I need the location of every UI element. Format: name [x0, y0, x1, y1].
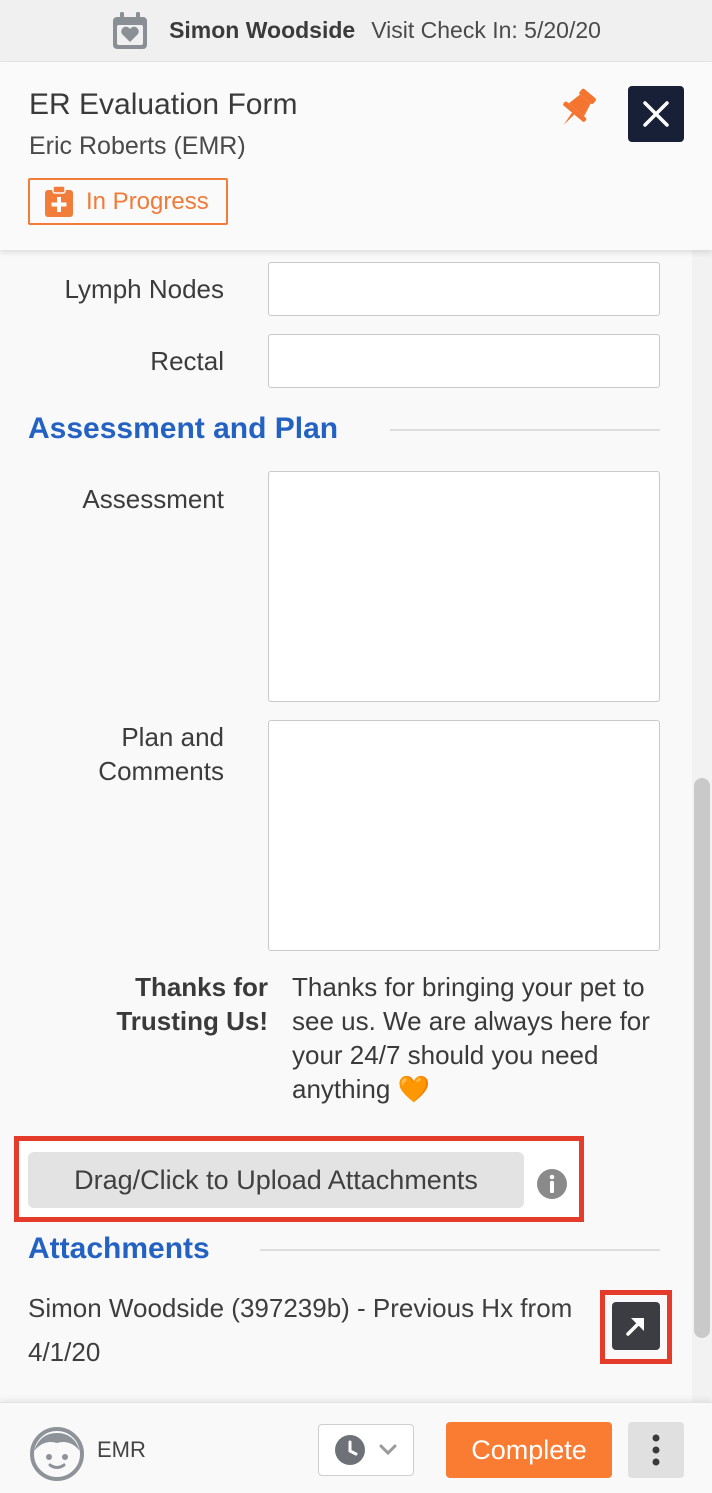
info-icon[interactable] [536, 1168, 568, 1200]
assessment-textarea[interactable] [268, 471, 660, 702]
thanks-message: Thanks for bringing your pet to see us. … [292, 972, 650, 1104]
plan-comments-textarea[interactable] [268, 720, 660, 951]
patient-bar: Simon Woodside Visit Check In: 5/20/20 [0, 0, 712, 62]
visit-check-in: Visit Check In: 5/20/20 [371, 17, 601, 43]
lymph-nodes-label: Lymph Nodes [64, 274, 224, 304]
app-root: Simon Woodside Visit Check In: 5/20/20 E… [0, 0, 712, 1493]
bottom-toolbar: EMR Complete [0, 1402, 712, 1493]
attachments-heading: Attachments [28, 1232, 210, 1265]
lymph-nodes-input[interactable] [268, 262, 660, 316]
user-face-icon[interactable] [30, 1427, 84, 1481]
plan-label-line2: Comments [98, 756, 224, 786]
arrow-up-right-icon [626, 1318, 644, 1336]
assessment-plan-heading: Assessment and Plan [28, 412, 339, 445]
form-title: ER Evaluation Form [29, 88, 298, 121]
chevron-down-icon [379, 1444, 397, 1456]
plan-label-line1: Plan and [121, 722, 224, 752]
more-options-button[interactable] [628, 1422, 684, 1478]
rectal-label: Rectal [150, 346, 224, 376]
patient-name: Simon Woodside [169, 17, 356, 43]
form-header: ER Evaluation Form Eric Roberts (EMR) In… [0, 62, 712, 250]
thanks-label-line1: Thanks for [135, 972, 268, 1002]
section-divider [390, 429, 660, 431]
status-badge[interactable]: In Progress [28, 178, 228, 225]
clock-icon [335, 1435, 365, 1465]
open-attachment-button[interactable] [612, 1302, 660, 1350]
clipboard-plus-icon [45, 185, 73, 217]
user-label: EMR [97, 1437, 146, 1462]
upload-attachments-button[interactable]: Drag/Click to Upload Attachments [28, 1152, 524, 1208]
vertical-dots-icon [652, 1434, 660, 1466]
form-body[interactable]: Lymph Nodes Rectal Assessment and Plan A… [0, 250, 712, 1402]
close-icon [643, 101, 669, 127]
attachments-divider [260, 1249, 660, 1251]
complete-button[interactable]: Complete [446, 1422, 612, 1478]
form-author: Eric Roberts (EMR) [29, 132, 246, 160]
thanks-label-line2: Trusting Us! [116, 1006, 268, 1036]
calendar-heart-icon [113, 11, 148, 49]
scrollbar-thumb[interactable] [694, 778, 710, 1338]
thanks-label: Thanks for Trusting Us! [90, 970, 268, 1038]
attachment-item[interactable]: Simon Woodside (397239b) - Previous Hx f… [28, 1286, 588, 1374]
pushpin-icon[interactable] [554, 86, 600, 132]
plan-comments-label: Plan and Comments [98, 720, 224, 788]
rectal-input[interactable] [268, 334, 660, 388]
history-dropdown[interactable] [318, 1424, 414, 1476]
status-label: In Progress [86, 187, 209, 215]
assessment-label: Assessment [82, 484, 224, 514]
close-button[interactable] [628, 86, 684, 142]
